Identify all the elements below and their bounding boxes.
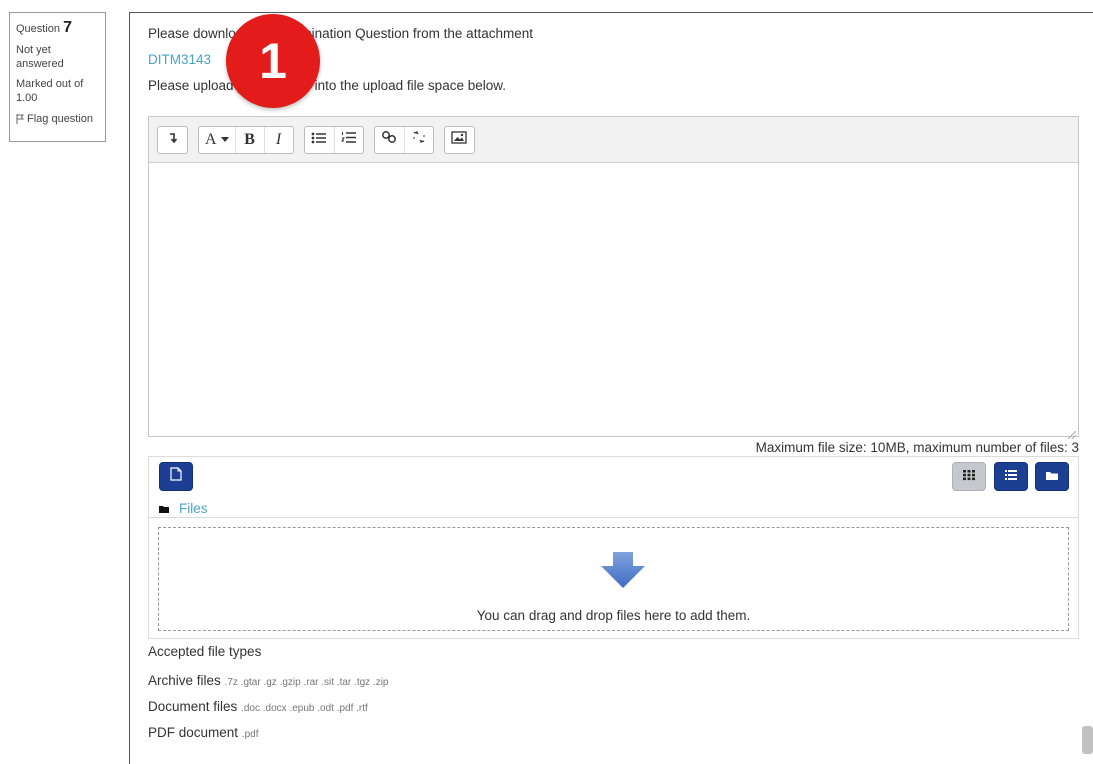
link-button[interactable] [375, 127, 404, 153]
insert-image-button[interactable] [445, 127, 474, 153]
collapse-toolbar-button[interactable] [158, 127, 187, 153]
file-type-extensions: .pdf [241, 729, 259, 740]
ordered-list-icon [340, 131, 357, 149]
toolbar-group-text: A B I [198, 125, 294, 154]
flag-question-link[interactable]: Flag question [16, 113, 99, 125]
accepted-file-types-heading: Accepted file types [148, 644, 262, 659]
answer-text-editor[interactable]: A B I [148, 116, 1079, 440]
file-type-name: Document files [148, 699, 238, 714]
toolbar-group-lists [303, 125, 364, 154]
attachment-link[interactable]: DITM3143 [148, 52, 211, 67]
toolbar-group-media [443, 125, 475, 154]
file-drop-zone[interactable]: You can drag and drop files here to add … [158, 527, 1069, 631]
question-number: Question 7 [16, 19, 99, 37]
font-style-button[interactable]: A [199, 127, 235, 153]
down-arrow-icon [601, 552, 645, 593]
instruction-upload: Please upload your answer into the uploa… [148, 78, 506, 93]
bold-button[interactable]: B [234, 126, 264, 153]
link-icon [381, 130, 397, 149]
file-type-name: PDF document [148, 725, 239, 740]
file-manager: Files You can drag and drop files here t… [148, 456, 1079, 639]
view-icons-button[interactable] [952, 462, 986, 491]
resize-grip-icon[interactable] [1067, 426, 1077, 440]
file-type-extensions: .7z .gtar .gz .gzip .rar .sit .tar .tgz … [224, 677, 389, 688]
add-file-button[interactable] [159, 462, 193, 491]
toolbar-group-links [373, 125, 434, 154]
files-path-link[interactable]: Files [179, 501, 208, 516]
file-icon [170, 467, 182, 486]
question-number-value: 7 [63, 19, 72, 36]
flag-question-label: Flag question [27, 113, 94, 125]
folder-icon [159, 501, 169, 516]
view-tree-button[interactable] [1035, 462, 1069, 491]
list-icon [1004, 468, 1018, 486]
editor-toolbar: A B I [149, 117, 1078, 163]
file-type-row: Document files .doc .docx .epub .odt .pd… [148, 699, 368, 714]
unlink-icon [411, 130, 427, 149]
font-style-icon: A [205, 130, 217, 148]
file-type-name: Archive files [148, 673, 221, 688]
collapse-icon [168, 131, 178, 149]
unordered-list-button[interactable] [305, 127, 334, 153]
unlink-button[interactable] [403, 126, 433, 153]
step-number-badge: 1 [226, 14, 320, 108]
bold-icon: B [244, 130, 255, 148]
files-breadcrumb: Files [159, 501, 208, 516]
drop-zone-message: You can drag and drop files here to add … [476, 608, 751, 623]
italic-icon: I [275, 130, 282, 148]
grid-icon [962, 468, 976, 486]
question-state: Not yet answered [16, 44, 64, 70]
file-type-extensions: .doc .docx .epub .odt .pdf .rtf [241, 703, 368, 714]
instruction-download: Please download the Examination Question… [148, 26, 533, 41]
folder-icon [1045, 468, 1059, 486]
unordered-list-icon [311, 131, 327, 149]
scrollbar-thumb[interactable] [1082, 726, 1093, 754]
file-type-row: PDF document .pdf [148, 725, 259, 740]
view-list-button[interactable] [994, 462, 1028, 491]
toolbar-group-collapse [157, 125, 188, 154]
question-info: Question 7 Not yet answered Marked out o… [9, 12, 106, 142]
flag-icon [16, 114, 24, 124]
question-label: Question [16, 23, 61, 35]
ordered-list-button[interactable] [333, 126, 363, 153]
question-grade: Marked out of 1.00 [16, 78, 84, 104]
italic-button[interactable]: I [263, 126, 293, 153]
file-type-row: Archive files .7z .gtar .gz .gzip .rar .… [148, 673, 389, 688]
image-icon [451, 130, 467, 149]
max-file-size-text: Maximum file size: 10MB, maximum number … [755, 440, 1079, 455]
chevron-down-icon [220, 137, 229, 142]
file-manager-divider [149, 517, 1078, 518]
